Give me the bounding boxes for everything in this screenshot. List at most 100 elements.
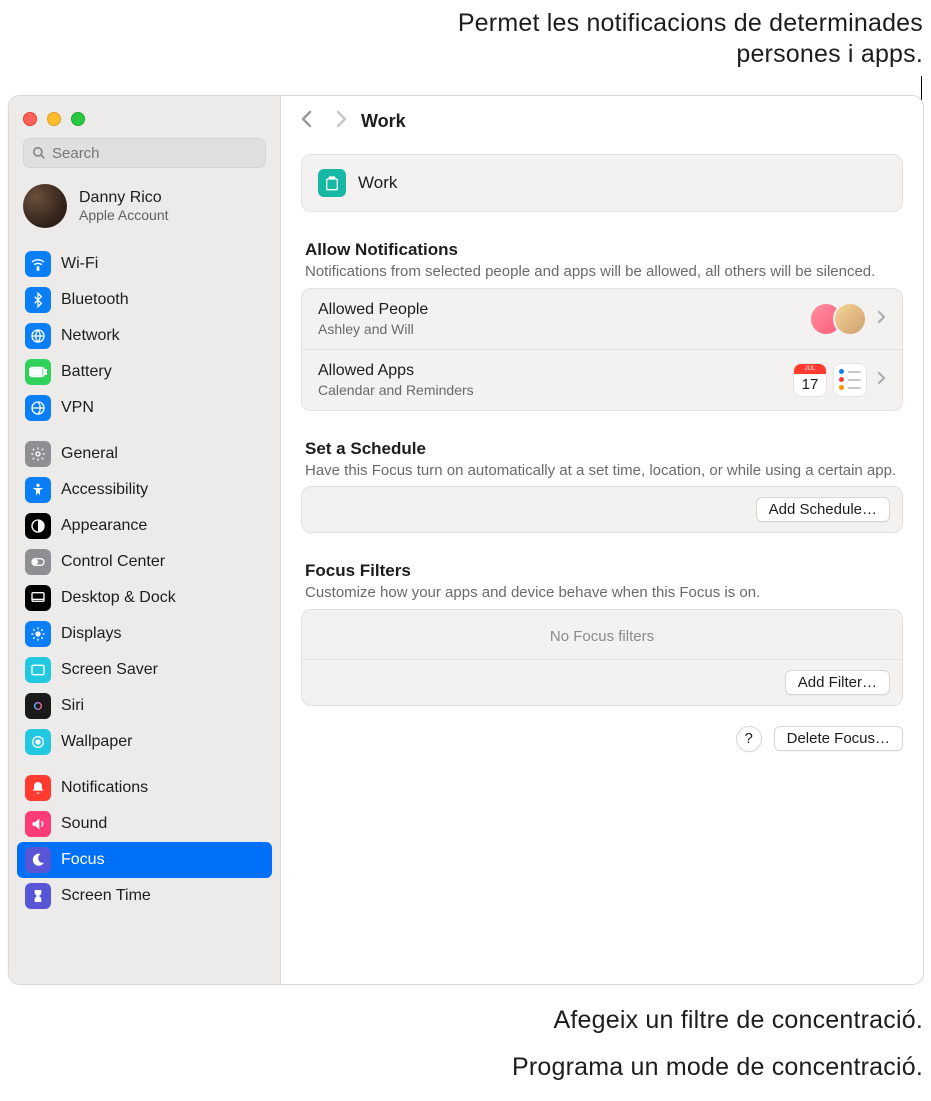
sidebar-item-label: Screen Saver	[61, 661, 158, 679]
back-button[interactable]	[301, 110, 313, 133]
forward-button[interactable]	[335, 110, 347, 133]
sidebar-item-label: Bluetooth	[61, 291, 129, 309]
sidebar-item-label: Screen Time	[61, 887, 151, 905]
allowed-apps-title: Allowed Apps	[318, 362, 793, 380]
chevron-right-icon	[877, 309, 886, 329]
people-avatars	[809, 302, 867, 336]
callout-add-filter: Afegeix un filtre de concentració.	[553, 1005, 923, 1036]
siri-icon	[25, 693, 51, 719]
schedule-sub: Have this Focus turn on automatically at…	[305, 461, 899, 481]
content-pane: Work Work Allow Notifications Notificati…	[281, 96, 923, 984]
sidebar-item-screen-saver[interactable]: Screen Saver	[17, 652, 272, 688]
reminders-app-icon	[833, 363, 867, 397]
sidebar: Danny Rico Apple Account Wi-Fi Bluetooth N…	[9, 96, 281, 984]
sidebar-item-label: Appearance	[61, 517, 147, 535]
notif-icon	[25, 775, 51, 801]
sidebar-nav: Wi-Fi Bluetooth Network Battery VPN General A…	[9, 240, 280, 934]
sidebar-item-label: VPN	[61, 399, 94, 417]
account-sub: Apple Account	[79, 207, 169, 223]
ss-icon	[25, 657, 51, 683]
acc-icon	[25, 477, 51, 503]
sidebar-item-notifications[interactable]: Notifications	[17, 770, 272, 806]
sidebar-item-control-center[interactable]: Control Center	[17, 544, 272, 580]
wifi-icon	[25, 251, 51, 277]
app-icons: JUL 17	[793, 363, 867, 397]
sidebar-item-wi-fi[interactable]: Wi-Fi	[17, 246, 272, 282]
batt-icon	[25, 359, 51, 385]
allowed-people-title: Allowed People	[318, 301, 809, 319]
sidebar-item-appearance[interactable]: Appearance	[17, 508, 272, 544]
focus-header-card[interactable]: Work	[301, 154, 903, 212]
filters-card: No Focus filters Add Filter…	[301, 609, 903, 706]
sidebar-item-focus[interactable]: Focus	[17, 842, 272, 878]
sidebar-item-label: Wi-Fi	[61, 255, 98, 273]
filters-title: Focus Filters	[305, 561, 899, 581]
sidebar-item-label: Wallpaper	[61, 733, 132, 751]
delete-focus-button[interactable]: Delete Focus…	[774, 726, 903, 751]
window-controls	[9, 104, 280, 138]
sidebar-item-battery[interactable]: Battery	[17, 354, 272, 390]
filters-sub: Customize how your apps and device behav…	[305, 583, 899, 603]
help-button[interactable]: ?	[736, 726, 762, 752]
sound-icon	[25, 811, 51, 837]
sidebar-item-label: Network	[61, 327, 120, 345]
settings-window: Danny Rico Apple Account Wi-Fi Bluetooth N…	[8, 95, 924, 985]
sidebar-item-label: General	[61, 445, 118, 463]
allow-sub: Notifications from selected people and a…	[305, 262, 899, 282]
disp-icon	[25, 621, 51, 647]
focus-name: Work	[358, 173, 397, 193]
sidebar-item-label: Notifications	[61, 779, 148, 797]
sidebar-item-general[interactable]: General	[17, 436, 272, 472]
filters-empty-label: No Focus filters	[302, 610, 902, 659]
sidebar-item-label: Siri	[61, 697, 84, 715]
sidebar-item-label: Sound	[61, 815, 107, 833]
allowed-apps-row[interactable]: Allowed Apps Calendar and Reminders JUL …	[302, 350, 902, 410]
callout-top: Permet les notificacions de determinades…	[403, 8, 923, 71]
gear-icon	[25, 441, 51, 467]
allowed-apps-sub: Calendar and Reminders	[318, 382, 793, 398]
apple-account-row[interactable]: Danny Rico Apple Account	[9, 182, 280, 240]
sidebar-item-label: Focus	[61, 851, 105, 869]
sidebar-item-network[interactable]: Network	[17, 318, 272, 354]
sidebar-item-label: Battery	[61, 363, 112, 381]
close-button[interactable]	[23, 112, 37, 126]
sidebar-item-sound[interactable]: Sound	[17, 806, 272, 842]
sidebar-item-accessibility[interactable]: Accessibility	[17, 472, 272, 508]
sidebar-item-screen-time[interactable]: Screen Time	[17, 878, 272, 914]
dock-icon	[25, 585, 51, 611]
toolbar: Work	[281, 96, 923, 146]
sidebar-item-label: Displays	[61, 625, 121, 643]
appear-icon	[25, 513, 51, 539]
globe-icon	[25, 323, 51, 349]
sidebar-item-siri[interactable]: Siri	[17, 688, 272, 724]
allowed-people-row[interactable]: Allowed People Ashley and Will	[302, 289, 902, 350]
focus-icon	[25, 847, 51, 873]
calendar-app-icon: JUL 17	[793, 363, 827, 397]
sidebar-item-label: Accessibility	[61, 481, 148, 499]
sidebar-item-vpn[interactable]: VPN	[17, 390, 272, 426]
work-focus-icon	[318, 169, 346, 197]
account-name: Danny Rico	[79, 189, 169, 207]
search-field[interactable]	[23, 138, 266, 168]
avatar	[23, 184, 67, 228]
allow-list: Allowed People Ashley and Will	[301, 288, 903, 411]
zoom-button[interactable]	[71, 112, 85, 126]
sidebar-item-bluetooth[interactable]: Bluetooth	[17, 282, 272, 318]
sidebar-item-label: Control Center	[61, 553, 165, 571]
sidebar-item-wallpaper[interactable]: Wallpaper	[17, 724, 272, 760]
schedule-title: Set a Schedule	[305, 439, 899, 459]
sidebar-item-desktop-dock[interactable]: Desktop & Dock	[17, 580, 272, 616]
search-input[interactable]	[52, 145, 257, 162]
allow-title: Allow Notifications	[305, 240, 899, 260]
add-schedule-button[interactable]: Add Schedule…	[756, 497, 890, 522]
allowed-people-sub: Ashley and Will	[318, 321, 809, 337]
wall-icon	[25, 729, 51, 755]
schedule-section-header: Set a Schedule Have this Focus turn on a…	[305, 439, 899, 481]
add-filter-button[interactable]: Add Filter…	[785, 670, 890, 695]
callout-schedule: Programa un mode de concentració.	[512, 1052, 923, 1083]
vpn-icon	[25, 395, 51, 421]
minimize-button[interactable]	[47, 112, 61, 126]
sidebar-item-displays[interactable]: Displays	[17, 616, 272, 652]
filters-section-header: Focus Filters Customize how your apps an…	[305, 561, 899, 603]
search-icon	[32, 146, 46, 160]
